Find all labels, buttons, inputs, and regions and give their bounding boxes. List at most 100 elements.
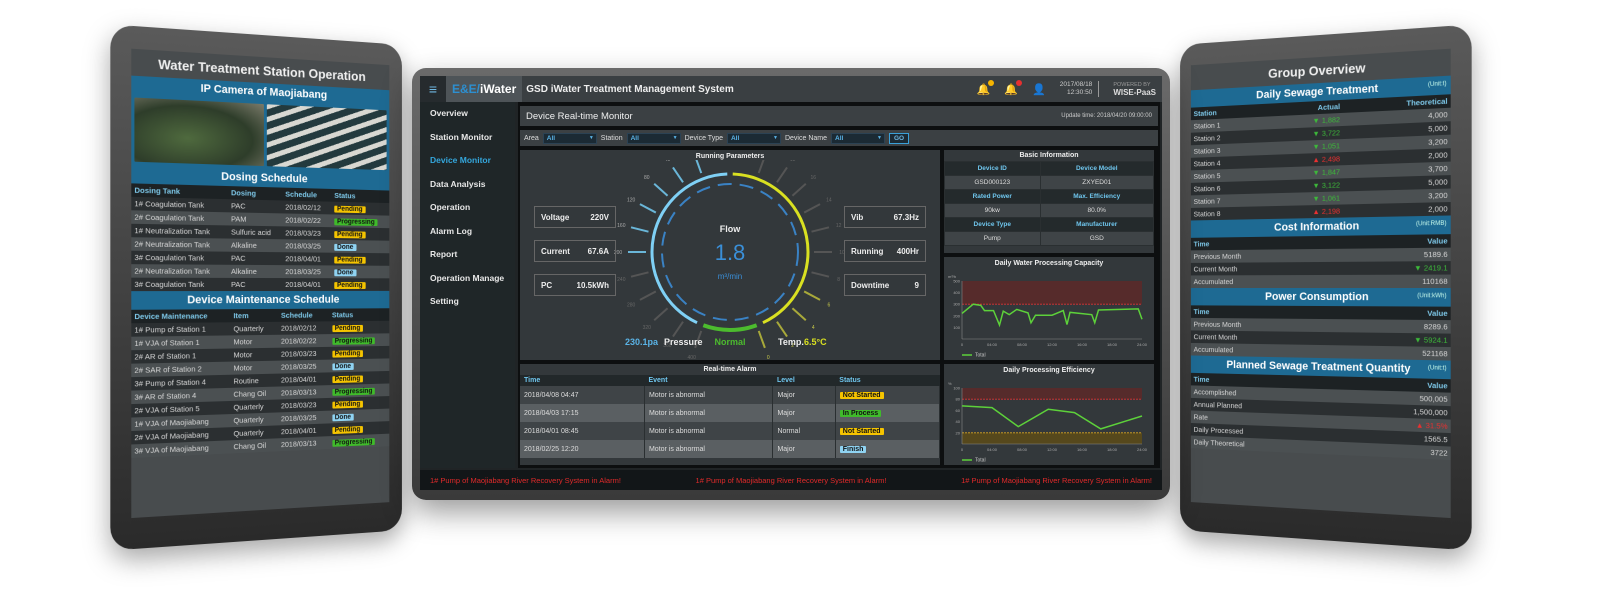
arrow-down-icon: ▼ [1414,335,1424,345]
sidebar-item-overview[interactable]: Overview [420,102,515,126]
planned-title: Planned Sewage Treatment Quantity [1226,359,1411,376]
cost-section-title: Cost Information (Unit:RMB) [1190,215,1451,238]
param-value: 9 [914,280,919,290]
temp-tick-label: 16 [810,175,816,181]
dosing-cell: 2018/03/23 [282,226,332,240]
alarm-row[interactable]: 2018/04/03 17:15 Motor is abnormal Major In… [520,404,941,422]
planned-value-text: 500,005 [1419,393,1448,404]
camera-feeds [131,94,390,174]
powered-by: POWERED BY WISE-PaaS [1113,82,1156,97]
alarm-cell: Major [772,404,836,422]
main-screen: ≡ E&E/iWater GSD iWater Treatment Manage… [420,76,1162,490]
power-value-text: 5924.1 [1423,335,1448,345]
status-badge: Pending [334,205,366,214]
cost-label: Accumulated [1190,274,1343,289]
running-parameters-title: Running Parameters [695,153,765,160]
temp-tick-label: 0 [767,355,770,360]
alarm-row[interactable]: 2018/02/25 12:20 Motor is abnormal Major Fi… [520,440,941,458]
dosing-row[interactable]: 3# Coagulation Tank PAC 2018/04/01 Pending [131,277,390,292]
sewage-value-text: 3,722 [1321,128,1341,138]
maintenance-cell: Motor [230,334,278,349]
maintenance-cell: Quarterly [230,321,278,336]
alarm-row[interactable]: 2018/04/01 08:45 Motor is abnormal Normal N… [520,422,941,440]
sewage-value-text: 2,498 [1321,154,1341,164]
power-column-header: Value [1342,306,1451,321]
arrow-down-icon: ▼ [1312,115,1322,126]
x-tick-label: 16:00 [1077,447,1088,452]
filter-label: Area [524,134,539,142]
alarm-ticker: 1# Pump of Maojiabang River Recovery Sys… [420,470,1162,490]
info-value: Pump [944,231,1041,246]
status-badge: Pending [331,324,364,333]
info-label: Device Type [944,217,1041,232]
status-badge: Pending [334,282,366,289]
arrow-down-icon: ▼ [1312,167,1322,178]
temp-tick [811,271,830,278]
alarm-bell-icon[interactable]: 🔔 [1004,79,1023,96]
status-badge: Pending [334,256,366,264]
dosing-cell: 2# Neutralization Tank [131,237,229,252]
sidebar-item-data-analysis[interactable]: Data Analysis [420,173,515,197]
dosing-cell: PAM [228,212,283,227]
sidebar-item-device-monitor[interactable]: Device Monitor [420,149,515,173]
maintenance-cell: Chang Oil [230,438,278,454]
status-badge: Pending [334,231,366,239]
efficiency-chart-card: Daily Processing Efficiency % 20 40 60 80 100… [944,364,1154,465]
pressure-tick-label: 240 [617,277,626,283]
power-value-text: 521168 [1422,348,1448,359]
status-badge: Progressing [334,218,378,227]
camera-feed-1[interactable] [134,97,264,167]
dosing-cell: Done [331,239,390,254]
station-select[interactable]: All [626,132,681,144]
dosing-cell: PAC [228,277,283,292]
pressure-tick [653,307,669,321]
sidebar-item-station-monitor[interactable]: Station Monitor [420,126,515,150]
arrow-down-icon: ▼ [1414,263,1424,273]
bell-icon[interactable]: 🔔 [977,79,995,96]
filter-bar: AreaAllStationAllDevice TypeAllDevice Na… [520,130,1158,146]
alarm-cell: Motor is abnormal [644,440,774,458]
x-tick-label: 24:00 [1137,342,1148,347]
power-title: Power Consumption [1265,290,1369,304]
cost-label: Previous Month [1190,248,1343,263]
power-value: 8289.6 [1342,319,1451,334]
alarm-status-badge: Finish [839,445,867,453]
param-value: 220V [590,212,609,222]
area-select[interactable]: All [542,132,597,144]
sidebar-item-report[interactable]: Report [420,243,515,267]
y-tick-label: 300 [953,302,960,307]
realtime-alarm-table: Time Event Level Status 2018/04/08 04:47 Mot… [520,375,941,458]
sewage-title: Daily Sewage Treatment [1256,82,1379,102]
param-label: PC [541,280,553,290]
capacity-chart-card: Daily Water Processing Capacity m³/h 100 2… [944,257,1154,360]
sidebar-item-alarm-log[interactable]: Alarm Log [420,220,515,244]
alarm-cell: Not Started [835,386,941,404]
param-vib: Vib 67.3Hz [844,206,926,228]
realtime-alarm-card: Real-time Alarm Time Event Level Status 201… [520,364,941,465]
dosing-cell: 2018/04/01 [282,252,332,266]
camera-feed-2[interactable] [266,104,387,171]
planned-value-text: 1565.5 [1423,434,1448,445]
flow-value: 1.8 [715,240,746,265]
dosing-row[interactable]: 2# Neutralization Tank Alkaline 2018/03/25… [131,264,390,279]
alarm-cell: Not Started [835,422,941,440]
device-type-select[interactable]: All [726,132,781,144]
info-value: 90kw [944,203,1041,218]
pressure-tick-label: 400 [688,355,697,360]
param-downtime: Downtime 9 [844,274,926,296]
temp-tick-label: 6 [827,303,830,309]
sidebar-item-operation[interactable]: Operation [420,196,515,220]
user-icon[interactable]: 👤 [1032,83,1046,96]
sidebar: Overview Station Monitor Device Monitor Dat… [420,102,515,468]
device-name-select[interactable]: All [831,132,885,144]
sidebar-item-operation-manage[interactable]: Operation Manage [420,267,515,291]
pressure-label: Pressure [664,337,703,347]
temp-tick [791,183,807,197]
status-badge: Pending [331,426,364,435]
running-parameters-card: Running Parameters 040801201602002402803… [520,150,940,360]
go-button[interactable]: GO [889,132,910,144]
alarm-row[interactable]: 2018/04/08 04:47 Motor is abnormal Major No… [520,386,941,404]
sidebar-item-setting[interactable]: Setting [420,290,515,314]
dosing-cell: Pending [331,201,390,216]
hamburger-menu-icon[interactable]: ≡ [420,76,446,102]
